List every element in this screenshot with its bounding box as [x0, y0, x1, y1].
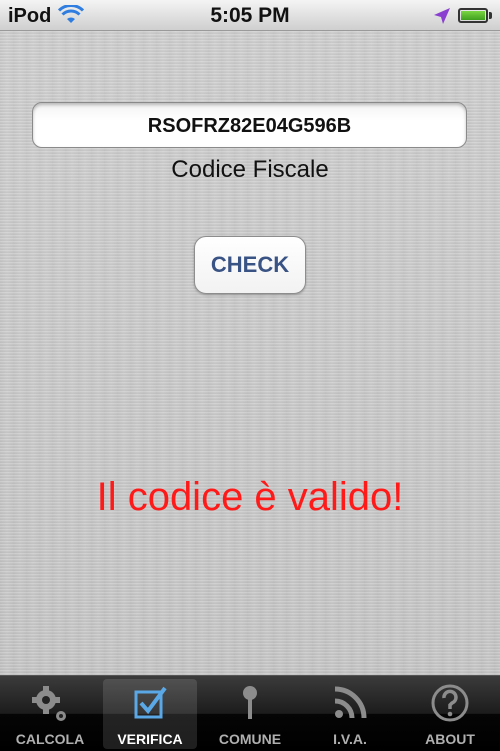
pin-icon — [243, 686, 257, 719]
tab-label: CALCOLA — [15, 731, 85, 747]
status-time: 5:05 PM — [210, 4, 290, 27]
question-icon — [431, 684, 469, 722]
battery-tip — [489, 12, 492, 19]
codice-fiscale-label: Codice Fiscale — [171, 156, 329, 183]
tab-verifica[interactable]: VERIFICA — [103, 679, 197, 749]
result-message: Il codice è valido! — [96, 475, 404, 519]
tab-about[interactable]: ABOUT — [403, 679, 497, 749]
location-arrow-icon — [433, 7, 451, 30]
tab-label: ABOUT — [425, 731, 475, 747]
tab-label: I.V.A. — [333, 731, 367, 747]
tab-label: VERIFICA — [117, 731, 183, 747]
check-button[interactable]: CHECK — [194, 236, 306, 294]
gears-icon — [32, 686, 66, 721]
rss-icon — [334, 686, 367, 719]
checkbox-icon — [134, 686, 167, 719]
tab-comune[interactable]: COMUNE — [203, 679, 297, 749]
battery-icon — [458, 8, 488, 23]
tab-label: COMUNE — [218, 731, 282, 747]
status-bar: iPod 5:05 PM — [0, 0, 500, 31]
tab-bar: CALCOLA VERIFICA COMUNE I.V.A. ABOUT — [0, 675, 500, 751]
tab-iva[interactable]: I.V.A. — [303, 679, 397, 749]
tab-calcola[interactable]: CALCOLA — [3, 679, 97, 749]
codice-fiscale-field[interactable]: RSOFRZ82E04G596B — [32, 102, 467, 148]
